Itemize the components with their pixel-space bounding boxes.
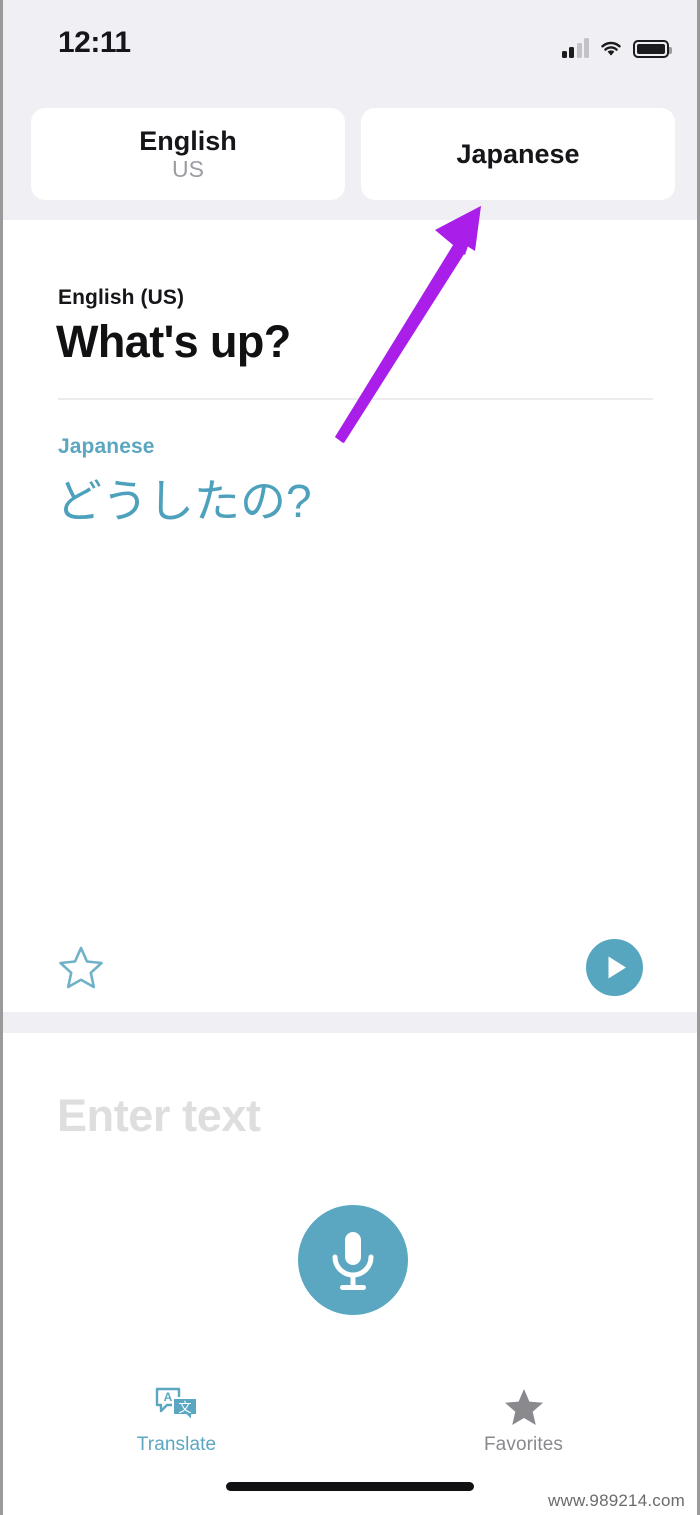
battery-full-icon [633,40,672,58]
tab-favorites[interactable]: Favorites [350,1370,697,1480]
svg-text:文: 文 [178,1401,191,1416]
play-icon [608,956,626,979]
cellular-signal-icon [561,38,589,58]
bottom-tab-bar: A 文 Translate Favorites [3,1370,697,1480]
translation-result-card: English (US) What's up? Japanese どうしたの? [3,220,697,1012]
watermark: www.989214.com [548,1491,685,1510]
play-audio-button[interactable] [586,939,643,996]
tab-favorites-icon-wrap [500,1384,548,1428]
phone-screen: 12:11 English US Japanese English (US) W… [0,0,700,1515]
wifi-icon [601,41,621,56]
star-outline-icon [59,946,103,989]
target-language-label: Japanese [58,435,155,458]
text-input-area[interactable]: Enter text [3,1033,697,1370]
language-selector: English US Japanese [31,108,675,200]
source-language-button[interactable]: English US [31,108,345,200]
translated-text: どうしたの? [56,475,312,527]
svg-text:A: A [163,1390,172,1404]
star-filled-icon [504,1389,543,1425]
microphone-icon [332,1232,374,1290]
text-input-placeholder: Enter text [57,1090,261,1141]
tab-translate-label: Translate [136,1434,217,1455]
result-divider [58,398,653,400]
microphone-button[interactable] [298,1205,408,1315]
source-text: What's up? [56,316,291,367]
source-language-label: English (US) [58,286,185,309]
tab-translate[interactable]: A 文 Translate [3,1370,350,1480]
target-language-button[interactable]: Japanese [361,108,675,200]
favorite-star-button[interactable] [58,944,104,990]
translate-bubbles-icon: A 文 [155,1387,198,1422]
tab-translate-icon-wrap: A 文 [153,1384,201,1428]
app-header: 12:11 English US Japanese [3,0,697,220]
status-time: 12:11 [58,26,131,59]
status-bar: 12:11 [3,0,697,90]
section-separator [3,1012,697,1033]
source-language-region: US [172,155,204,182]
home-indicator [226,1482,474,1491]
target-language-name: Japanese [456,138,580,169]
status-icons [561,30,672,58]
source-language-name: English [139,125,237,156]
tab-favorites-label: Favorites [483,1434,564,1455]
